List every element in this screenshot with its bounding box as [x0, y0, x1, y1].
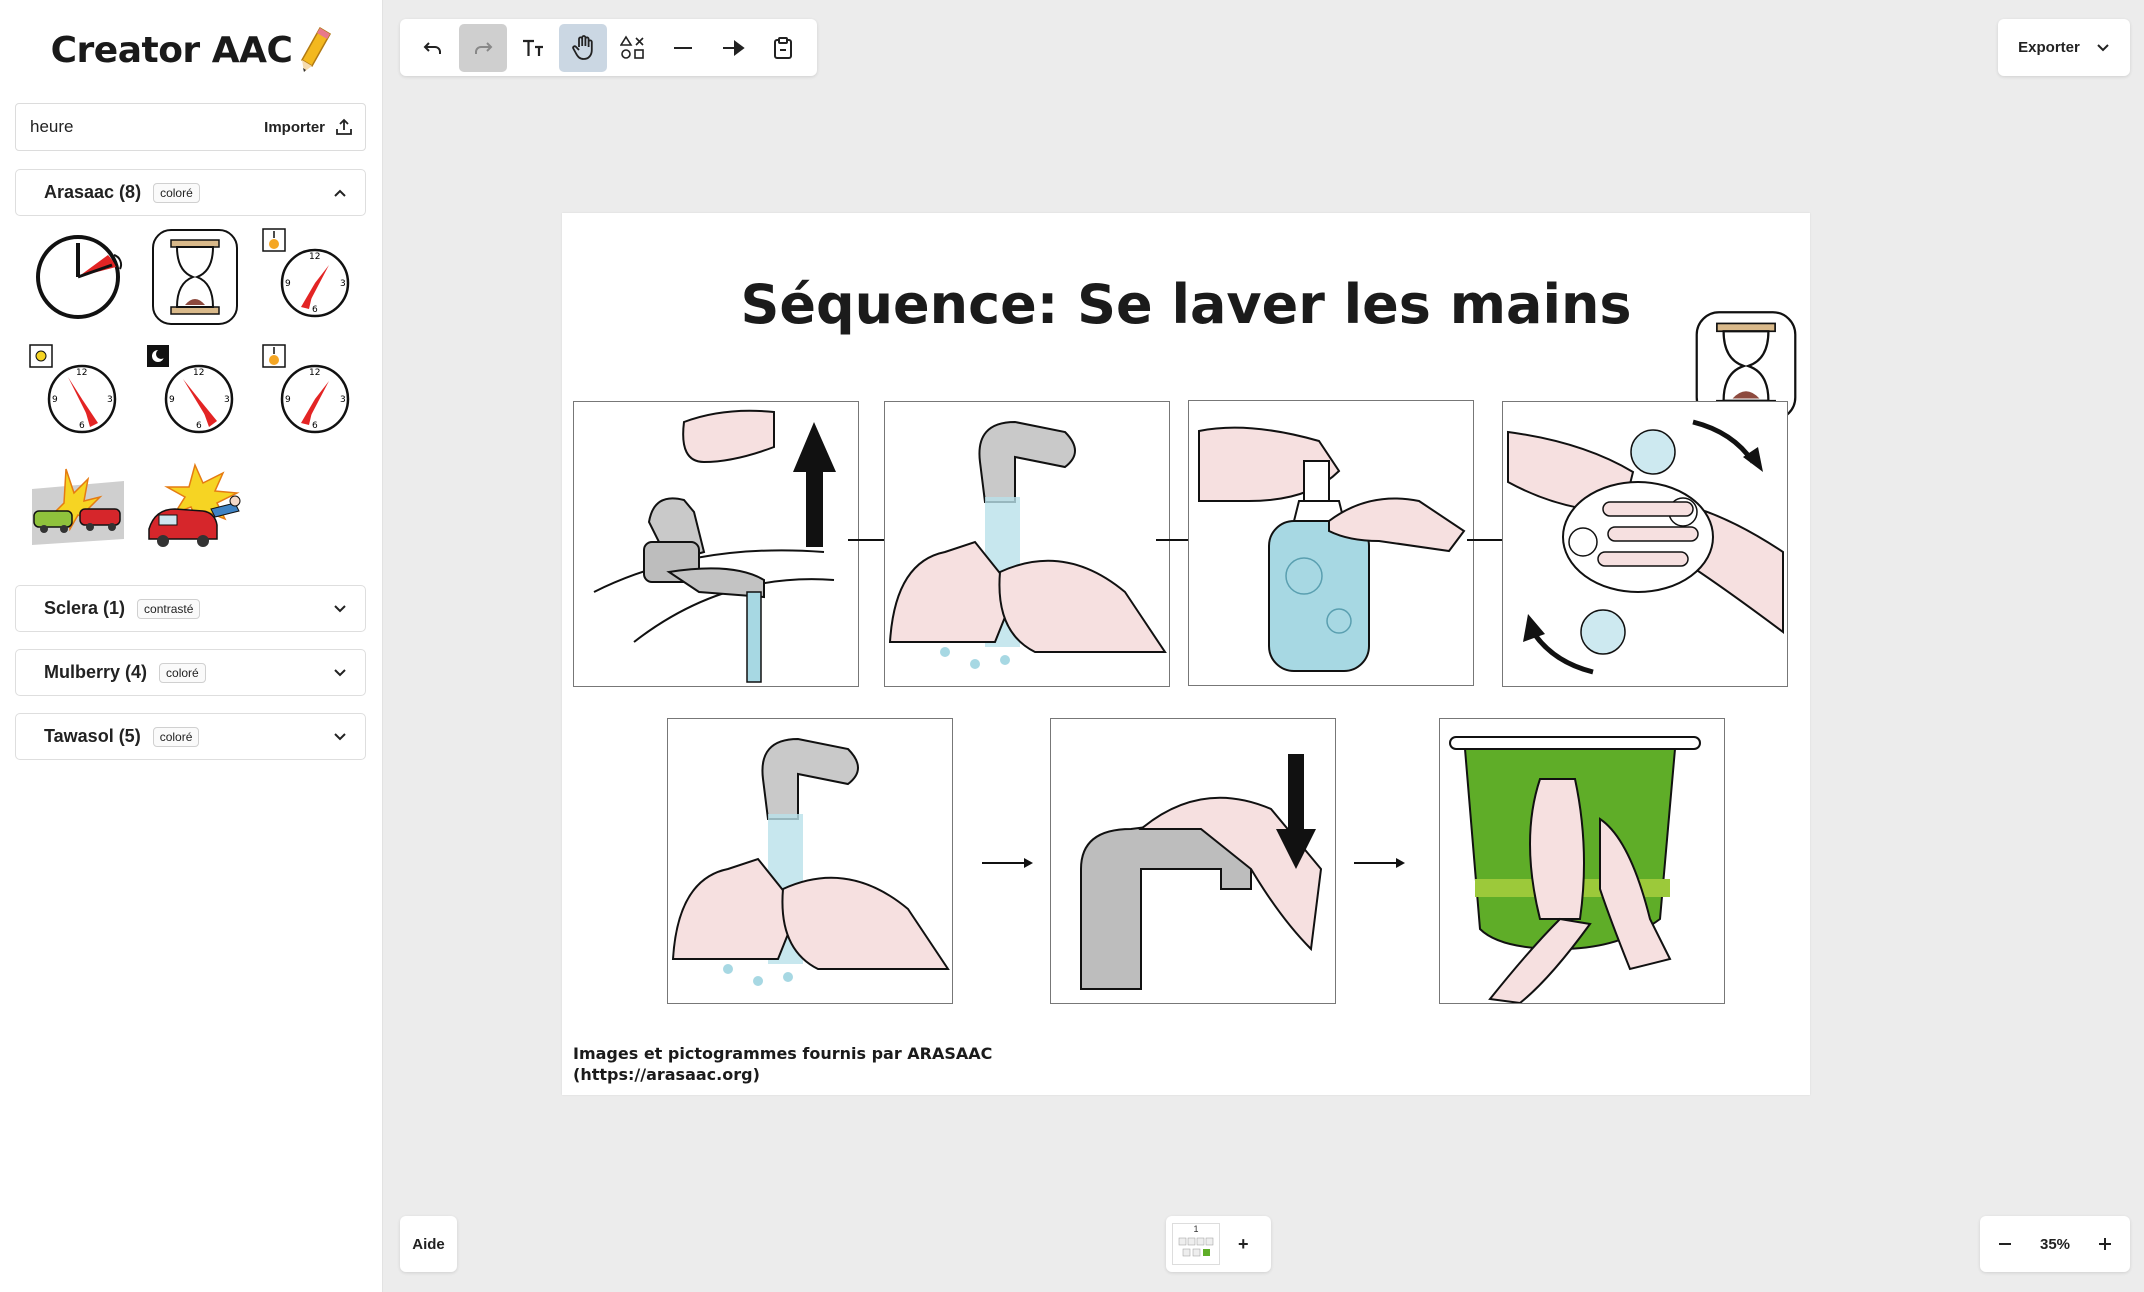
help-label: Aide [412, 1235, 445, 1253]
canvas-page[interactable]: Séquence: Se laver les mains Images et p… [562, 213, 1810, 1095]
svg-text:6: 6 [312, 421, 318, 431]
app-logo: Creator AAC [0, 18, 383, 82]
svg-text:3: 3 [107, 395, 113, 405]
zoom-level: 35% [2039, 1235, 2071, 1253]
text-icon [523, 39, 543, 56]
clock-sunrise-result[interactable]: 12 3 6 9 [261, 227, 361, 327]
step-card-wet-hands[interactable] [884, 401, 1170, 687]
undo-button[interactable] [409, 24, 457, 72]
export-button[interactable]: Exporter [1998, 19, 2130, 76]
add-page-button[interactable]: + [1230, 1234, 1257, 1255]
zoom-out-button[interactable] [1992, 1231, 2018, 1257]
clock-quarter-result[interactable] [28, 227, 128, 327]
svg-text:3: 3 [340, 279, 346, 289]
svg-text:12: 12 [309, 252, 320, 262]
step-card-dry-hands[interactable] [1439, 718, 1725, 1005]
search-results: 12 3 6 9 12 3 6 9 12 3 6 9 12 3 6 9 [15, 218, 366, 558]
chevron-down-icon[interactable] [331, 600, 349, 618]
library-panel-arasaac: Arasaac (8) coloré [15, 169, 366, 216]
sequence-arrow [1352, 856, 1406, 874]
minus-icon [1999, 1243, 2011, 1245]
sequence-arrow [980, 856, 1034, 874]
zoom-controls: 35% [1980, 1216, 2130, 1272]
text-tool-button[interactable] [509, 24, 557, 72]
sidebar: Creator AAC Importer Arasaac (8) coloré [0, 0, 383, 1292]
arrow-tool-button[interactable] [709, 24, 757, 72]
library-panel-tawasol: Tawasol (5) coloré [15, 713, 366, 760]
line-tool-button[interactable] [659, 24, 707, 72]
library-tag: contrasté [137, 598, 201, 619]
page-title[interactable]: Séquence: Se laver les mains [562, 273, 1810, 336]
import-label: Importer [264, 118, 325, 136]
pencil-icon [301, 26, 332, 72]
svg-text:9: 9 [169, 395, 175, 405]
library-panel-sclera: Sclera (1) contrasté [15, 585, 366, 632]
help-button[interactable]: Aide [400, 1216, 457, 1272]
chevron-up-icon[interactable] [331, 184, 349, 202]
search-bar: Importer [15, 103, 366, 151]
app-title: Creator AAC [50, 29, 293, 71]
svg-text:9: 9 [52, 395, 58, 405]
page-navigator: 1 + [1166, 1216, 1271, 1272]
paste-button[interactable] [759, 24, 807, 72]
redo-icon [475, 41, 493, 54]
svg-text:3: 3 [224, 395, 230, 405]
library-header-mulberry[interactable]: Mulberry (4) coloré [16, 650, 365, 695]
library-panel-mulberry: Mulberry (4) coloré [15, 649, 366, 696]
library-name: Tawasol (5) [44, 726, 141, 746]
chevron-down-icon[interactable] [331, 664, 349, 682]
library-name: Arasaac (8) [44, 182, 142, 202]
step-card-soap-pump[interactable] [1188, 400, 1474, 686]
step-card-rinse-hands[interactable] [667, 718, 953, 1004]
hourglass-result[interactable] [145, 227, 245, 327]
chevron-down-icon [2097, 43, 2109, 51]
export-label: Exporter [2018, 39, 2080, 56]
svg-text:3: 3 [340, 395, 346, 405]
search-input[interactable] [30, 117, 265, 137]
library-header-tawasol[interactable]: Tawasol (5) coloré [16, 714, 365, 759]
library-tag: coloré [152, 726, 200, 747]
attribution-text[interactable]: Images et pictogrammes fournis par ARASA… [573, 1043, 992, 1085]
plus-icon [2099, 1238, 2111, 1250]
shapes-icon [620, 34, 644, 59]
car-accident-result[interactable] [145, 459, 245, 559]
line-icon [674, 46, 692, 49]
svg-text:9: 9 [285, 279, 291, 289]
svg-text:6: 6 [196, 421, 202, 431]
step-card-rub-hands[interactable] [1502, 401, 1788, 687]
arrow-icon [723, 39, 745, 56]
clock-sunset-result[interactable]: 12 3 6 9 [261, 343, 361, 443]
redo-button[interactable] [459, 23, 507, 72]
upload-icon [336, 118, 352, 135]
svg-text:6: 6 [312, 305, 318, 315]
zoom-in-button[interactable] [2092, 1231, 2118, 1257]
toolbar [400, 19, 817, 76]
credit-line-1: Images et pictogrammes fournis par ARASA… [573, 1044, 993, 1063]
step-card-open-tap[interactable] [573, 401, 859, 687]
hand-icon [572, 34, 593, 60]
clipboard-icon [774, 36, 792, 59]
svg-text:12: 12 [76, 368, 87, 378]
hand-tool-button[interactable] [559, 23, 607, 72]
clock-sun-result[interactable]: 12 3 6 9 [28, 343, 128, 443]
clock-moon-result[interactable]: 12 3 6 9 [145, 343, 245, 443]
step-card-close-tap[interactable] [1050, 718, 1336, 1004]
shapes-tool-button[interactable] [609, 24, 657, 72]
credit-line-2: (https://arasaac.org) [573, 1065, 760, 1084]
library-header-sclera[interactable]: Sclera (1) contrasté [16, 586, 365, 631]
svg-text:6: 6 [79, 421, 85, 431]
svg-text:12: 12 [309, 368, 320, 378]
svg-text:9: 9 [285, 395, 291, 405]
library-tag: coloré [153, 182, 200, 203]
svg-text:12: 12 [193, 368, 204, 378]
page-thumbnail[interactable]: 1 [1172, 1223, 1220, 1265]
undo-icon [423, 41, 441, 54]
library-name: Sclera (1) [44, 598, 126, 618]
library-name: Mulberry (4) [44, 662, 148, 682]
library-header-arasaac[interactable]: Arasaac (8) coloré [16, 170, 365, 215]
car-crash-result[interactable] [28, 459, 128, 559]
chevron-down-icon[interactable] [331, 728, 349, 746]
library-tag: coloré [159, 662, 206, 683]
import-button[interactable]: Importer [264, 118, 353, 136]
